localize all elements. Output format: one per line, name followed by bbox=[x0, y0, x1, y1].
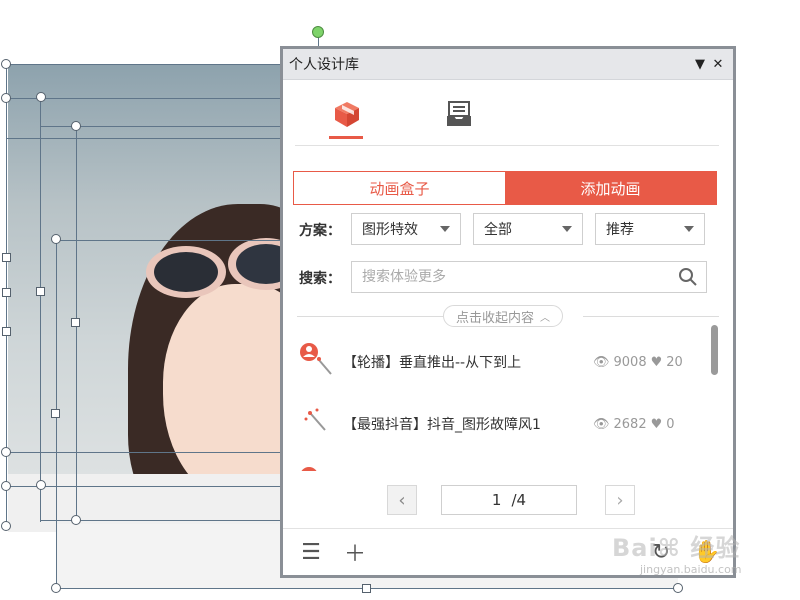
divider-line bbox=[583, 316, 719, 317]
watermark: Bai⌘ 经验 bbox=[612, 534, 741, 562]
resize-handle[interactable] bbox=[362, 584, 371, 593]
tab-divider bbox=[295, 145, 719, 146]
list-scrollbar[interactable] bbox=[711, 325, 718, 375]
menu-icon[interactable]: ☰ bbox=[299, 540, 323, 565]
total-pages: /4 bbox=[511, 491, 527, 509]
list-item[interactable] bbox=[297, 461, 697, 471]
like-count: 0 bbox=[666, 416, 675, 432]
page-indicator[interactable]: 1 /4 bbox=[441, 485, 577, 515]
selection-outline bbox=[6, 486, 286, 487]
search-box bbox=[351, 261, 707, 293]
animation-box-button[interactable]: 动画盒子 bbox=[294, 172, 505, 204]
animation-name: 【最强抖音】抖音_图形故障风1 bbox=[343, 417, 541, 433]
resize-handle[interactable] bbox=[51, 583, 61, 593]
resize-handle[interactable] bbox=[673, 583, 683, 593]
sort-select-value: 推荐 bbox=[606, 222, 634, 238]
animation-list: 【轮播】垂直推出--从下到上 👁 9008 ♥ 20 【最强抖音】抖音_图形故障… bbox=[297, 331, 713, 471]
resize-handle[interactable] bbox=[36, 480, 46, 490]
resize-handle[interactable] bbox=[51, 409, 60, 418]
resize-handle[interactable] bbox=[71, 318, 80, 327]
selection-outline bbox=[6, 98, 286, 99]
add-animation-button[interactable]: 添加动画 bbox=[505, 172, 716, 204]
selection-outline bbox=[6, 64, 286, 65]
next-page-button[interactable]: › bbox=[605, 485, 635, 515]
view-count: 2682 bbox=[613, 416, 647, 432]
list-item[interactable]: 【轮播】垂直推出--从下到上 👁 9008 ♥ 20 bbox=[297, 337, 697, 387]
selection-outline bbox=[56, 240, 286, 241]
resize-handle[interactable] bbox=[1, 447, 11, 457]
view-count: 9008 bbox=[613, 354, 647, 370]
panel-titlebar: 个人设计库 ▼ ✕ bbox=[283, 49, 733, 80]
search-icon[interactable] bbox=[678, 267, 698, 287]
collapse-content-button[interactable]: 点击收起内容 ︿ bbox=[443, 305, 564, 327]
selection-outline bbox=[40, 98, 41, 522]
heart-icon: ♥ bbox=[650, 354, 663, 370]
panel-title: 个人设计库 bbox=[289, 57, 359, 73]
collapse-label: 点击收起内容 bbox=[456, 310, 535, 326]
item-stats: 👁 9008 ♥ 20 bbox=[593, 355, 683, 370]
current-page: 1 bbox=[491, 491, 502, 509]
dropdown-triangle-icon[interactable]: ▼ bbox=[691, 57, 709, 72]
search-label: 搜索： bbox=[299, 271, 341, 287]
sort-select[interactable]: 推荐 bbox=[595, 213, 705, 245]
resize-handle[interactable] bbox=[51, 234, 61, 244]
chevron-up-icon: ︿ bbox=[540, 312, 551, 324]
mode-toggle: 动画盒子 添加动画 bbox=[293, 171, 717, 205]
selected-photo[interactable] bbox=[8, 64, 298, 532]
collapse-row: 点击收起内容 ︿ bbox=[297, 305, 719, 327]
resize-handle[interactable] bbox=[71, 121, 81, 131]
resize-handle[interactable] bbox=[1, 93, 11, 103]
active-tab-indicator bbox=[329, 136, 363, 139]
scheme-select-value: 图形特效 bbox=[362, 222, 418, 238]
resize-handle[interactable] bbox=[71, 515, 81, 525]
selection-outline bbox=[6, 138, 286, 139]
resize-handle[interactable] bbox=[2, 288, 11, 297]
eye-icon: 👁 bbox=[593, 416, 610, 432]
animation-name: 【轮播】垂直推出--从下到上 bbox=[343, 355, 522, 371]
pagination: ‹ 1 /4 › bbox=[387, 485, 635, 515]
panel-tabs bbox=[283, 80, 733, 144]
resize-handle[interactable] bbox=[1, 521, 11, 531]
chevron-down-icon bbox=[684, 226, 694, 232]
like-count: 20 bbox=[666, 354, 683, 370]
scope-select-value: 全部 bbox=[484, 222, 512, 238]
inbox-tray-icon bbox=[447, 101, 471, 126]
prev-page-button[interactable]: ‹ bbox=[387, 485, 417, 515]
wand-icon bbox=[297, 404, 343, 444]
item-stats: 👁 2682 ♥ 0 bbox=[593, 417, 675, 432]
rotate-handle[interactable] bbox=[312, 26, 324, 38]
tab-inbox[interactable] bbox=[439, 94, 479, 134]
resize-handle[interactable] bbox=[36, 92, 46, 102]
scheme-select[interactable]: 图形特效 bbox=[351, 213, 461, 245]
resize-handle[interactable] bbox=[2, 253, 11, 262]
resize-handle[interactable] bbox=[1, 481, 11, 491]
heart-icon: ♥ bbox=[650, 416, 663, 432]
resize-handle[interactable] bbox=[36, 287, 45, 296]
tab-animation-box[interactable] bbox=[327, 94, 367, 134]
scope-select[interactable]: 全部 bbox=[473, 213, 583, 245]
design-library-panel: 个人设计库 ▼ ✕ 动画盒子 添加动画 方案： 图形特效 全部 推荐 搜索： 搜… bbox=[280, 46, 736, 578]
add-icon[interactable]: ＋ bbox=[343, 536, 367, 568]
user-wand-icon bbox=[297, 342, 343, 382]
resize-handle[interactable] bbox=[2, 327, 11, 336]
user-wand-icon bbox=[297, 466, 343, 471]
selection-outline bbox=[6, 452, 286, 453]
chevron-down-icon bbox=[440, 226, 450, 232]
close-icon[interactable]: ✕ bbox=[709, 57, 727, 72]
cube-icon bbox=[335, 102, 359, 127]
watermark-url: jingyan.baidu.com bbox=[640, 563, 742, 576]
resize-handle[interactable] bbox=[1, 59, 11, 69]
list-item[interactable]: 【最强抖音】抖音_图形故障风1 👁 2682 ♥ 0 bbox=[297, 399, 697, 449]
search-input[interactable] bbox=[360, 268, 678, 286]
photo-sunglasses bbox=[146, 238, 298, 298]
divider-line bbox=[297, 316, 443, 317]
scheme-label: 方案： bbox=[299, 223, 341, 239]
eye-icon: 👁 bbox=[593, 354, 610, 370]
chevron-down-icon bbox=[562, 226, 572, 232]
